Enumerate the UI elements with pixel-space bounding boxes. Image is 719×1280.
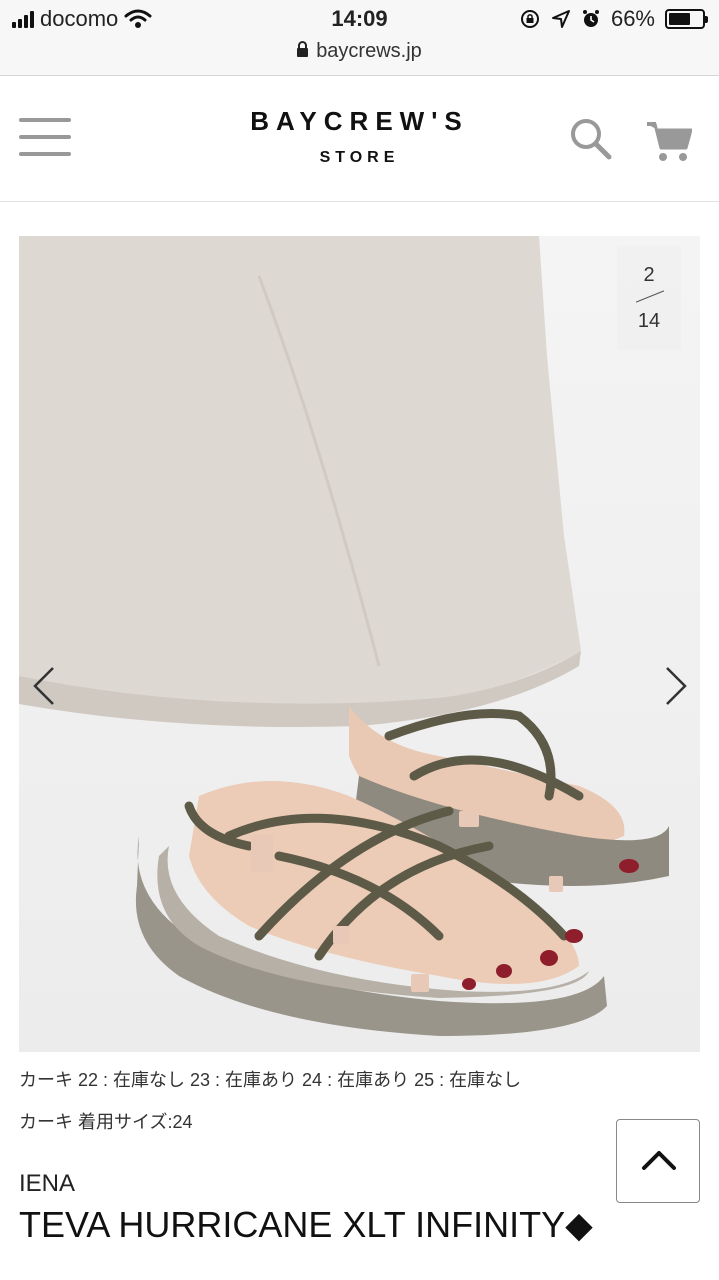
- url-text: baycrews.jp: [316, 40, 422, 62]
- product-photo: [19, 236, 700, 1052]
- battery-percent: 66%: [610, 6, 655, 31]
- status-right: 66%: [519, 6, 708, 32]
- location-icon: [551, 10, 570, 28]
- chevron-up-icon: [642, 1151, 676, 1170]
- stock-availability: カーキ 22 : 在庫なし 23 : 在庫あり 24 : 在庫あり 25 : 在…: [19, 1070, 522, 1090]
- current-image-number: 2: [643, 264, 655, 286]
- address-bar[interactable]: baycrews.jp: [0, 40, 719, 63]
- chevron-left-icon[interactable]: [23, 656, 63, 716]
- worn-size-info: カーキ 着用サイズ:24: [19, 1112, 193, 1132]
- cart-icon[interactable]: [646, 120, 692, 162]
- status-bar: docomo 14:09 66% baycrews.jp: [0, 0, 719, 76]
- lock-rotation-icon: [520, 10, 539, 28]
- product-title: TEVA HURRICANE XLT INFINITY◆: [19, 1204, 593, 1245]
- alarm-icon: [582, 10, 599, 27]
- counter-divider: [635, 290, 665, 303]
- lock-icon: [297, 41, 309, 57]
- battery-icon: [665, 9, 708, 29]
- product-image-gallery[interactable]: 2 14: [19, 236, 700, 1052]
- search-icon[interactable]: [568, 116, 612, 160]
- battery-level: [669, 13, 691, 25]
- total-image-count: 14: [637, 310, 661, 332]
- back-to-top-button[interactable]: [616, 1119, 700, 1203]
- site-header: BAYCREW'S STORE: [0, 76, 719, 202]
- brand-name[interactable]: IENA: [19, 1170, 75, 1198]
- image-counter: 2 14: [617, 246, 681, 350]
- chevron-right-icon[interactable]: [655, 656, 695, 716]
